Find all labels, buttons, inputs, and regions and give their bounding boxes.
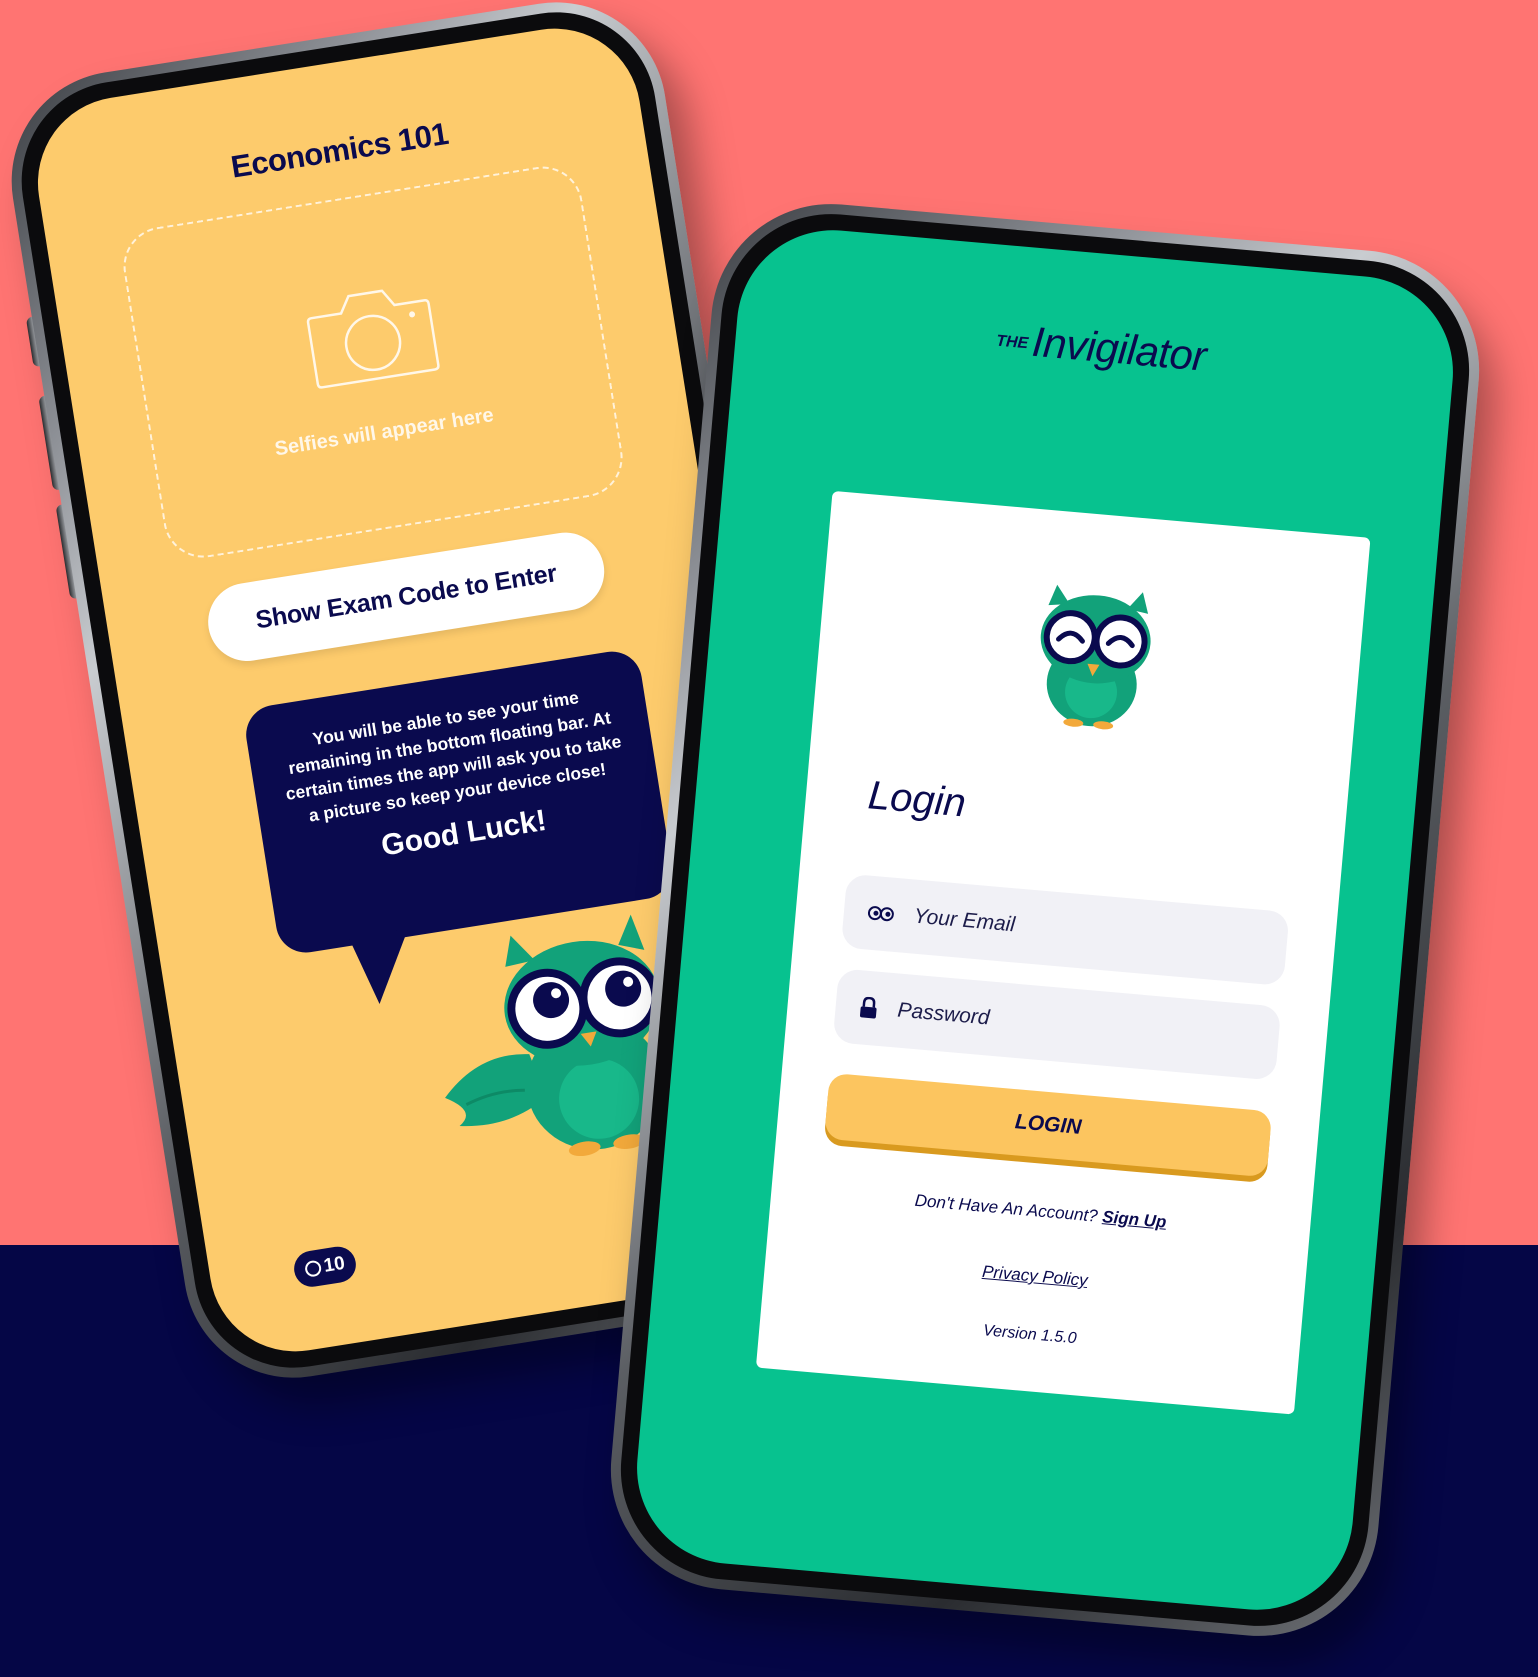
privacy-policy-link[interactable]: Privacy Policy — [765, 1243, 1305, 1310]
version-text: Version 1.5.0 — [982, 1322, 1078, 1348]
timer-badge: 10 — [291, 1244, 359, 1290]
login-screen: THE Invigilator Login Your Email LOGIN D… — [629, 222, 1461, 1618]
clock-icon — [303, 1259, 323, 1278]
login-title: Login — [866, 773, 968, 826]
signup-prompt: Don't Have An Account? Sign Up — [771, 1178, 1311, 1245]
eyes-icon — [867, 906, 894, 922]
lock-icon — [859, 996, 877, 1019]
brand-name: Invigilator — [1030, 317, 1209, 380]
signup-prompt-text: Don't Have An Account? — [914, 1190, 1099, 1226]
password-input[interactable] — [894, 997, 1200, 1050]
email-field[interactable] — [840, 873, 1290, 987]
login-button[interactable]: LOGIN — [824, 1072, 1273, 1178]
email-input[interactable] — [910, 903, 1216, 956]
selfie-placeholder: Selfies will appear here — [117, 160, 629, 564]
signup-link[interactable]: Sign Up — [1102, 1207, 1168, 1232]
login-card: Login LOGIN Don't Have An A — [755, 490, 1371, 1415]
selfie-placeholder-text: Selfies will appear here — [273, 404, 496, 461]
timer-value: 10 — [322, 1252, 347, 1277]
brand-logo: THE Invigilator — [994, 315, 1209, 381]
owl-logo-icon — [1040, 584, 1151, 730]
brand-prefix: THE — [995, 332, 1029, 353]
camera-icon — [306, 289, 440, 389]
password-field[interactable] — [832, 968, 1282, 1081]
phone-login: THE Invigilator Login Your Email LOGIN D… — [600, 194, 1490, 1646]
